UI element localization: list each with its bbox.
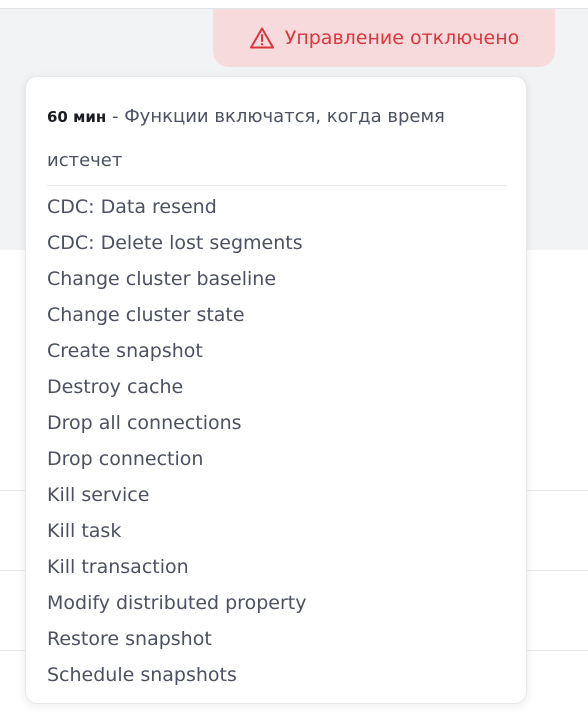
- feature-list-item: Drop connection: [47, 448, 204, 470]
- header-separator: -: [106, 106, 125, 127]
- feature-list-item: Restore snapshot: [47, 628, 212, 650]
- popover-divider: [47, 185, 507, 186]
- warning-icon: [249, 26, 275, 50]
- feature-list: CDC: Data resend CDC: Delete lost segment…: [47, 189, 507, 693]
- badge-label: Управление отключено: [284, 27, 520, 49]
- feature-list-item: Kill service: [47, 484, 150, 506]
- feature-list-item: Schedule snapshots: [47, 664, 237, 686]
- feature-list-item: Modify distributed property: [47, 592, 307, 614]
- control-disabled-badge[interactable]: Управление отключено: [213, 9, 555, 67]
- popover-header: 60 мин - Функции включатся, когда время …: [47, 95, 507, 183]
- feature-list-item: Drop all connections: [47, 412, 242, 434]
- feature-list-item: Destroy cache: [47, 376, 184, 398]
- feature-list-item: Change cluster state: [47, 304, 245, 326]
- feature-list-item: Create snapshot: [47, 340, 203, 362]
- feature-list-item: Kill transaction: [47, 556, 189, 578]
- disabled-features-popover: 60 мин - Функции включатся, когда время …: [25, 76, 527, 704]
- duration-label: 60 мин: [47, 108, 107, 126]
- feature-list-item: Change cluster baseline: [47, 268, 277, 290]
- feature-list-item: Kill task: [47, 520, 122, 542]
- top-bar-edge: [0, 0, 588, 9]
- feature-list-item: CDC: Data resend: [47, 196, 217, 218]
- feature-list-item: CDC: Delete lost segments: [47, 232, 303, 254]
